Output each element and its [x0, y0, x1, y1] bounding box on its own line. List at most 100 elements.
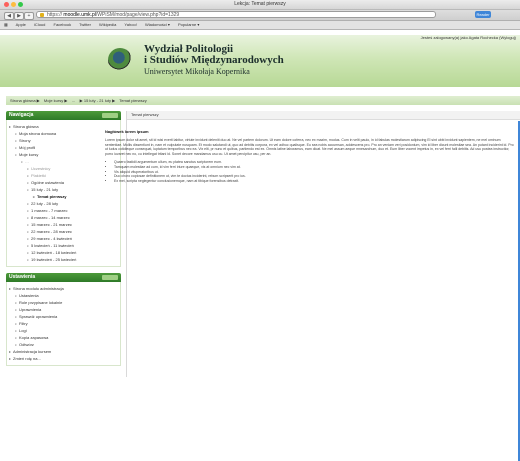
tree-item[interactable]: ▹ 22 luty - 28 luty — [9, 200, 118, 207]
tree-arrow-icon[interactable]: ▸ — [9, 349, 11, 354]
tree-arrow-icon[interactable]: ▹ — [27, 229, 29, 234]
tree-arrow-icon[interactable]: ▸ — [9, 286, 11, 291]
browser-toolbar: ◀ ▶ + https:// moodle.umk.pl/WPiSM/mod/p… — [0, 10, 520, 21]
tree-item[interactable]: ▸ Zmień rolę na... — [9, 355, 118, 362]
tree-item-label: Logi — [19, 328, 27, 333]
tree-item[interactable]: ▹ Strony — [9, 137, 118, 144]
tree-item-label: Moje kursy — [19, 152, 39, 157]
tree-arrow-icon[interactable]: ▹ — [27, 250, 29, 255]
tree-item[interactable]: ▹ 15 luty - 21 luty — [9, 186, 118, 193]
tree-item-label: 22 luty - 28 luty — [31, 201, 59, 206]
tree-arrow-icon[interactable]: ▹ — [15, 152, 17, 157]
back-button[interactable]: ◀ — [4, 12, 14, 20]
tree-item[interactable]: ▹ Uprawnienia — [9, 306, 118, 313]
tree-item[interactable]: ▹ Odtwórz — [9, 341, 118, 348]
tree-item-label: Administracja kursem — [13, 349, 52, 354]
tree-arrow-icon[interactable]: ▹ — [27, 173, 29, 178]
tree-item-label: 29 marzec - 4 kwiecień — [31, 236, 72, 241]
tree-item[interactable]: ▹ Plakietki — [9, 172, 118, 179]
tree-arrow-icon[interactable]: ▹ — [33, 194, 35, 199]
tree-arrow-icon[interactable]: ▹ — [15, 300, 17, 305]
breadcrumb-item[interactable]: Moje kursy ▶ — [44, 98, 68, 103]
minimize-window-button[interactable] — [11, 2, 16, 7]
bookmark-item[interactable]: Facebook — [54, 22, 72, 27]
tree-arrow-icon[interactable]: ▹ — [27, 180, 29, 185]
tree-arrow-icon[interactable]: ▹ — [15, 314, 17, 319]
breadcrumb-item[interactable]: ▶ 15 luty - 21 luty ▶ — [80, 98, 116, 103]
tree-item[interactable]: ▸ Strona modułu administracja — [9, 285, 118, 292]
reader-button[interactable]: Reader — [475, 11, 491, 18]
tree-item[interactable]: ▹ Temat pierwszy — [9, 193, 118, 200]
zoom-window-button[interactable] — [18, 2, 23, 7]
tree-arrow-icon[interactable]: ▹ — [15, 335, 17, 340]
tree-arrow-icon[interactable]: ▹ — [15, 307, 17, 312]
tree-item-label: 8 marzec - 14 marzec — [31, 215, 70, 220]
bookmark-item[interactable]: Apple — [16, 22, 26, 27]
tree-item[interactable]: ▹ Mój profil — [9, 144, 118, 151]
tree-item[interactable]: ▸ Administracja kursem — [9, 348, 118, 355]
login-info[interactable]: Jesteś zalogowany(a) jako Agata Rochecka… — [421, 35, 516, 40]
tree-arrow-icon[interactable]: ▹ — [15, 138, 17, 143]
navigation-block-header[interactable]: Nawigacja — [6, 111, 121, 120]
tree-arrow-icon[interactable]: ▹ — [27, 166, 29, 171]
bookmark-item[interactable]: iCloud — [34, 22, 45, 27]
bookmark-item[interactable]: Yahoo! — [124, 22, 136, 27]
tree-item[interactable]: ▹… — [9, 158, 118, 165]
breadcrumb-item[interactable]: … — [72, 98, 76, 103]
block-controls-icon[interactable] — [102, 113, 118, 118]
tree-item-label: Zmień rolę na... — [13, 356, 41, 361]
tree-item[interactable]: ▹ Ustawienia — [9, 292, 118, 299]
tree-arrow-icon[interactable]: ▹ — [15, 342, 17, 347]
tree-arrow-icon[interactable]: ▹ — [15, 328, 17, 333]
bookmark-item[interactable]: Twitter — [79, 22, 91, 27]
tree-item[interactable]: ▹ Role przypisane lokalnie — [9, 299, 118, 306]
forward-button[interactable]: ▶ — [14, 12, 24, 20]
tree-item[interactable]: ▹ Moje kursy — [9, 151, 118, 158]
tree-item[interactable]: ▹ Sprawdź uprawnienia — [9, 313, 118, 320]
bookmark-item[interactable]: Wiadomości ▾ — [145, 22, 170, 27]
bookmark-item[interactable]: Popularne ▾ — [178, 22, 199, 27]
tree-item[interactable]: ▹ 22 marzec - 28 marzec — [9, 228, 118, 235]
tree-arrow-icon[interactable]: ▹ — [27, 257, 29, 262]
url-bar[interactable]: https:// moodle.umk.pl/WPiSM/mod/page/vi… — [36, 11, 436, 18]
tree-arrow-icon[interactable]: ▹ — [15, 293, 17, 298]
tree-item[interactable]: ▹ 29 marzec - 4 kwiecień — [9, 235, 118, 242]
tree-arrow-icon[interactable]: ▹ — [27, 187, 29, 192]
tree-item[interactable]: ▹ Moja strona domowa — [9, 130, 118, 137]
tree-arrow-icon[interactable]: ▹ — [27, 243, 29, 248]
tree-item[interactable]: ▹ 5 kwiecień - 11 kwiecień — [9, 242, 118, 249]
tree-item[interactable]: ▹ Logi — [9, 327, 118, 334]
breadcrumb-item[interactable]: Strona główna ▶ — [10, 98, 40, 103]
tree-arrow-icon[interactable]: ▹ — [21, 159, 23, 164]
settings-block-header[interactable]: Ustawienia — [6, 273, 121, 282]
tree-item[interactable]: ▹ 12 kwiecień - 18 kwiecień — [9, 249, 118, 256]
tree-arrow-icon[interactable]: ▹ — [27, 236, 29, 241]
bookmark-item[interactable]: Wikipedia — [99, 22, 116, 27]
tree-arrow-icon[interactable]: ▹ — [27, 215, 29, 220]
close-window-button[interactable] — [4, 2, 9, 7]
tree-item[interactable]: ▹ Kopia zapasowa — [9, 334, 118, 341]
window-controls — [4, 2, 23, 7]
tree-arrow-icon[interactable]: ▹ — [15, 131, 17, 136]
tree-item[interactable]: ▸ Strona główna — [9, 123, 118, 130]
tree-arrow-icon[interactable]: ▸ — [9, 356, 11, 361]
share-button[interactable]: + — [24, 12, 34, 20]
tree-arrow-icon[interactable]: ▹ — [15, 321, 17, 326]
block-controls-icon[interactable] — [102, 275, 118, 280]
university-logo-icon[interactable] — [108, 48, 132, 72]
tree-item[interactable]: ▹ 1 marzec - 7 marzec — [9, 207, 118, 214]
tree-item[interactable]: ▹ 19 kwiecień - 25 kwiecień — [9, 256, 118, 263]
tree-arrow-icon[interactable]: ▹ — [27, 222, 29, 227]
tree-arrow-icon[interactable]: ▹ — [27, 208, 29, 213]
tree-item[interactable]: ▹ Ogólne ustawienia — [9, 179, 118, 186]
tree-item[interactable]: ▹ Uczestnicy — [9, 165, 118, 172]
tree-item[interactable]: ▹ 15 marzec - 21 marzec — [9, 221, 118, 228]
bookmarks-icon[interactable]: ▦ — [4, 22, 8, 27]
tree-arrow-icon[interactable]: ▹ — [15, 145, 17, 150]
tree-arrow-icon[interactable]: ▸ — [9, 124, 11, 129]
tree-item[interactable]: ▹ 8 marzec - 14 marzec — [9, 214, 118, 221]
tree-arrow-icon[interactable]: ▹ — [27, 201, 29, 206]
tree-item[interactable]: ▹ Filtry — [9, 320, 118, 327]
breadcrumb-item: Temat pierwszy — [119, 98, 147, 103]
tree-item-label: Moja strona domowa — [19, 131, 57, 136]
